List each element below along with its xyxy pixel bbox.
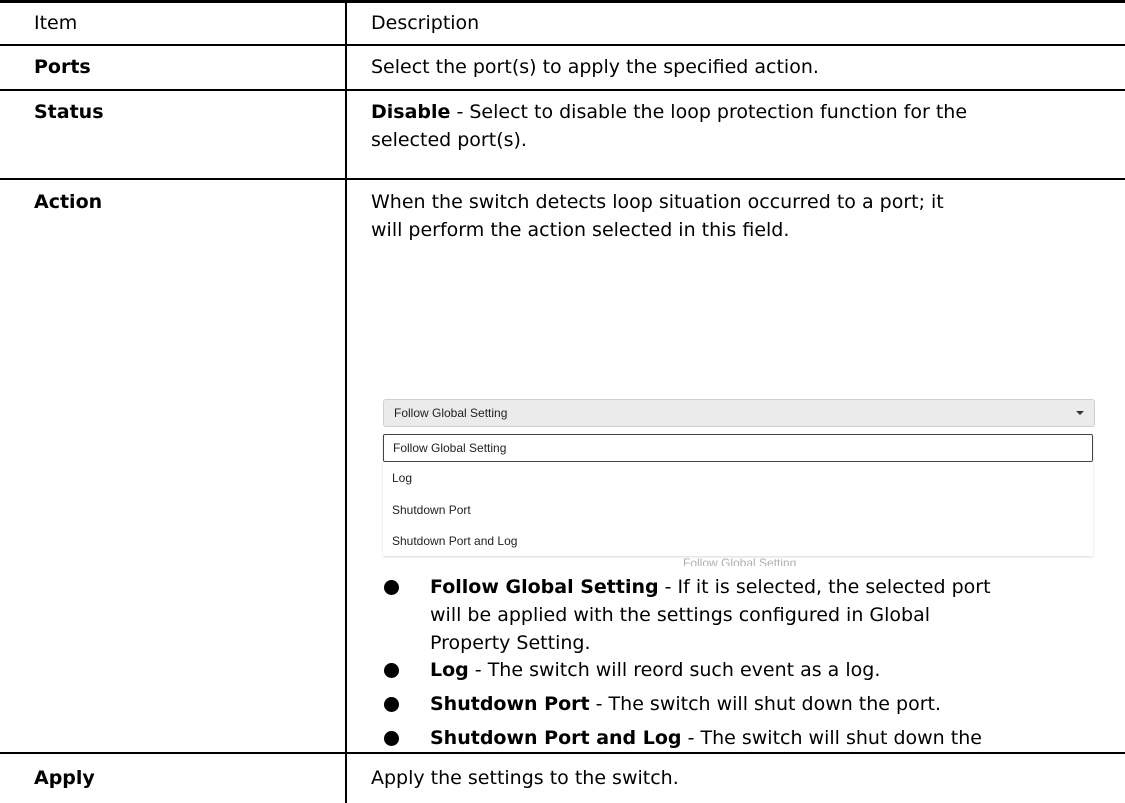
bullet-log: Log - The switch will reord such event a…: [430, 656, 1100, 684]
column-divider: [345, 0, 347, 803]
bullet-shutdown-port-and-log: Shutdown Port and Log - The switch will …: [430, 724, 1100, 752]
bullet-line: - The switch will reord such event as a …: [468, 659, 881, 681]
status-term: Disable: [371, 101, 451, 123]
row-description-apply: Apply the settings to the switch.: [371, 767, 679, 789]
option-label: Shutdown Port and Log: [392, 534, 518, 548]
row-description-action: When the switch detects loop situation o…: [371, 188, 1101, 244]
row-divider: [0, 178, 1125, 180]
bullet-term: Follow Global Setting: [430, 576, 659, 598]
bullet-icon: [384, 663, 399, 678]
row-item-status: Status: [34, 101, 104, 123]
option-shutdown-port-and-log[interactable]: Shutdown Port and Log: [383, 528, 1093, 554]
row-description-status: Disable - Select to disable the loop pro…: [371, 98, 1101, 154]
action-select-value: Follow Global Setting: [394, 406, 508, 420]
option-shutdown-port[interactable]: Shutdown Port: [383, 497, 1093, 523]
row-description-ports: Select the port(s) to apply the specifie…: [371, 56, 819, 78]
description-table: Item Description Ports Select the port(s…: [0, 0, 1125, 803]
bullet-line: Property Setting.: [430, 632, 591, 654]
status-text-line2: selected port(s).: [371, 129, 527, 151]
caret-down-icon: [1076, 411, 1084, 415]
bullet-line: - The switch will shut down the port.: [589, 693, 942, 715]
header-divider: [0, 44, 1125, 46]
row-item-ports: Ports: [34, 56, 91, 78]
option-follow-global-setting[interactable]: Follow Global Setting: [383, 434, 1093, 462]
header-description: Description: [371, 12, 480, 34]
action-text-line1: When the switch detects loop situation o…: [371, 191, 944, 213]
action-options-list: Follow Global Setting Log Shutdown Port …: [383, 434, 1093, 556]
row-divider: [0, 89, 1125, 91]
header-item: Item: [34, 12, 78, 34]
option-label: Follow Global Setting: [393, 441, 507, 455]
row-item-action: Action: [34, 191, 103, 213]
bullet-icon: [384, 731, 399, 746]
bullet-term: Shutdown Port and Log: [430, 727, 682, 749]
action-text-line2: will perform the action selected in this…: [371, 219, 790, 241]
option-log[interactable]: Log: [383, 465, 1093, 491]
bullet-icon: [384, 697, 399, 712]
row-item-apply: Apply: [34, 767, 95, 789]
option-label: Shutdown Port: [392, 503, 471, 517]
bullet-follow-global-setting: Follow Global Setting - If it is selecte…: [430, 573, 1100, 657]
table-top-border: [0, 0, 1125, 3]
status-text: - Select to disable the loop protection …: [450, 101, 968, 123]
bullet-shutdown-port: Shutdown Port - The switch will shut dow…: [430, 690, 1100, 718]
bullet-term: Log: [430, 659, 469, 681]
bullet-line: - The switch will shut down the: [681, 727, 982, 749]
option-label: Log: [392, 471, 413, 485]
bullet-line: - If it is selected, the selected port: [658, 576, 991, 598]
action-select[interactable]: Follow Global Setting: [383, 399, 1095, 427]
bullet-line: will be applied with the settings config…: [430, 604, 931, 626]
ghost-option-text: Follow Global Setting: [683, 556, 797, 566]
bullet-icon: [384, 580, 399, 595]
bullet-term: Shutdown Port: [430, 693, 590, 715]
row-divider: [0, 752, 1125, 754]
